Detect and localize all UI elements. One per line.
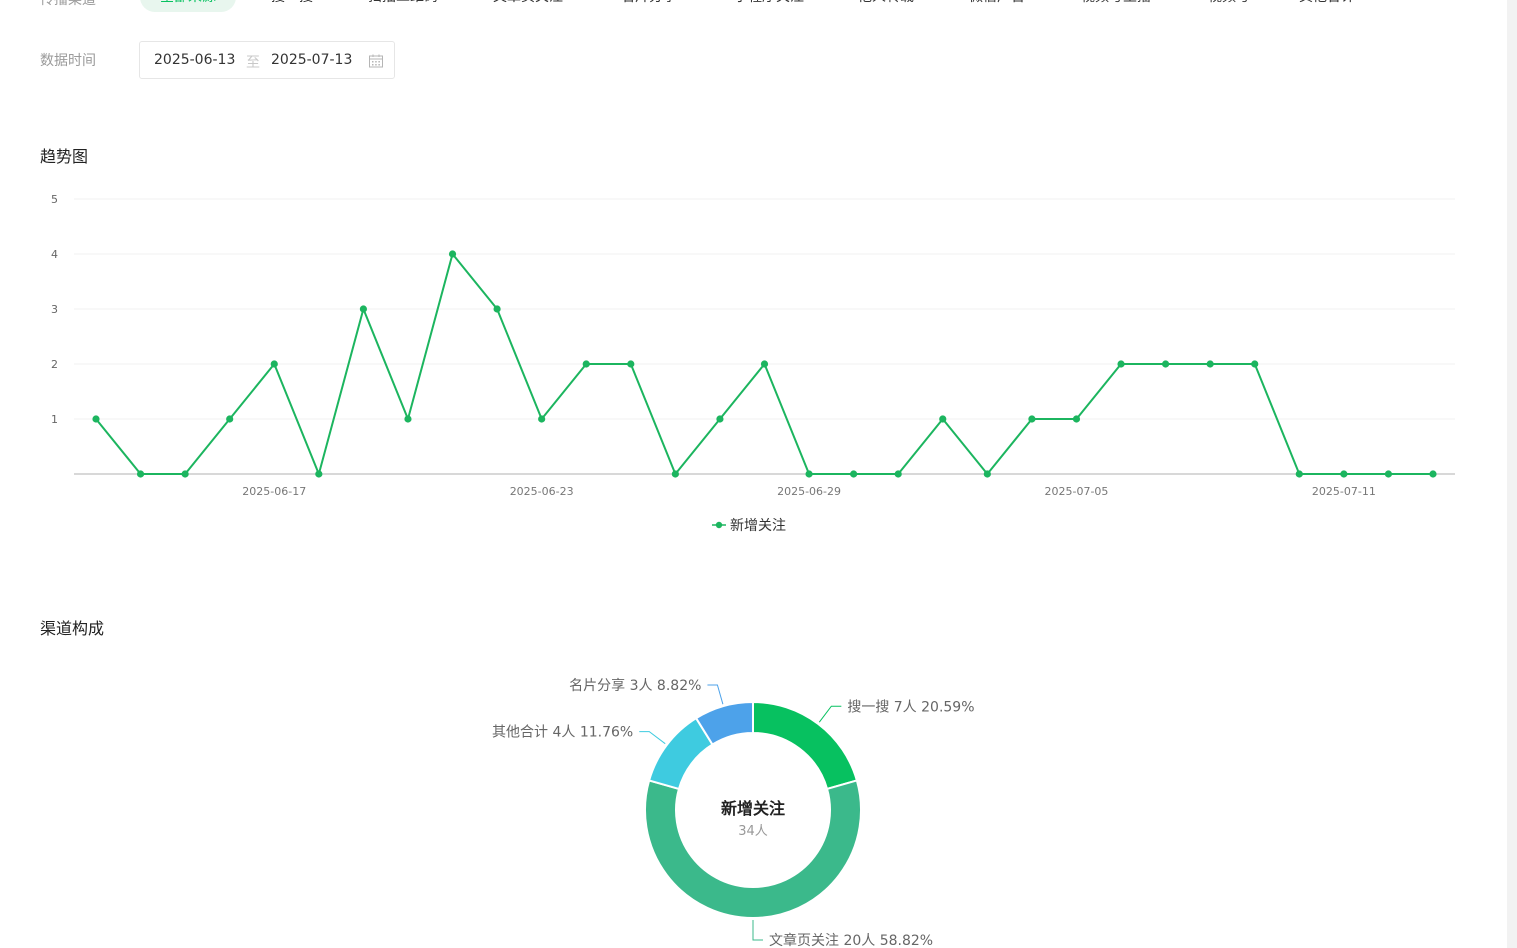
slice-label: 文章页关注 20人 58.82% [769,932,933,948]
y-tick-label: 4 [51,248,58,261]
data-point[interactable] [939,415,947,423]
data-point[interactable] [894,470,902,478]
chip-miniprogram[interactable]: 小程序关注 [734,0,804,12]
legend-marker-icon [712,521,726,529]
donut-center-title: 新增关注 [720,799,785,818]
chip-video-channel[interactable]: 视频号 [1208,0,1250,12]
data-point[interactable] [805,470,813,478]
data-point[interactable] [538,415,546,423]
data-point[interactable] [1206,360,1214,368]
donut-center-total: 34人 [738,824,768,839]
chip-all-sources[interactable]: 全部来源 [140,0,236,12]
trend-title: 趋势图 [40,147,89,166]
chip-card-share[interactable]: 名片分享 [621,0,677,12]
data-point[interactable] [1340,470,1348,478]
trend-legend[interactable]: 新增关注 [712,515,786,535]
data-point[interactable] [226,415,234,423]
slice-leader-line [818,705,842,723]
trend-line-chart: 1 2 3 4 5 2025-06-17 2025-06-23 2025-06-29 2025-… [51,193,1455,498]
data-point[interactable] [270,360,278,368]
data-point[interactable] [136,470,145,478]
channel-title: 渠道构成 [40,619,105,638]
chip-wechat-ads[interactable]: 微信广告 [969,0,1025,12]
data-point[interactable] [582,360,590,368]
y-tick-label: 2 [51,358,58,371]
data-point[interactable] [760,360,769,368]
data-point[interactable] [716,415,724,423]
date-separator: 至 [246,55,260,71]
x-tick-label: 2025-06-23 [510,485,574,498]
data-point[interactable] [1162,360,1170,368]
chip-article-follow[interactable]: 文章页关注 [493,0,563,12]
slice-label: 名片分享 3人 8.82% [569,677,701,694]
x-tick-label: 2025-06-29 [777,485,841,498]
data-point[interactable] [359,305,367,313]
donut-slice[interactable] [752,700,859,791]
data-point[interactable] [850,470,858,478]
data-point[interactable] [1117,360,1125,368]
scrollbar-track[interactable] [1507,0,1517,948]
slice-leader-line [752,920,763,941]
chip-video-host[interactable]: 视频号主播 [1081,0,1151,12]
channel-filter-row: 传播渠道 全部来源 搜一搜 扫描二维码 文章页关注 名片分享 小程序关注 他人转… [40,0,1480,18]
data-point[interactable] [671,470,679,478]
slice-leader-line [639,731,666,745]
data-point[interactable] [1072,415,1081,423]
channel-filter-label: 传播渠道 [40,0,96,8]
date-start[interactable]: 2025-06-13 [154,52,235,68]
data-point[interactable] [448,250,457,258]
slice-label: 其他合计 4人 11.76% [492,725,633,741]
y-tick-label: 3 [51,303,58,316]
data-point[interactable] [1429,470,1437,478]
data-point[interactable] [493,305,501,313]
y-tick-label: 1 [51,413,58,426]
data-point[interactable] [315,470,323,478]
legend-label: 新增关注 [730,518,786,534]
data-point[interactable] [1384,470,1393,478]
data-point[interactable] [181,470,189,478]
x-tick-label: 2025-07-11 [1312,485,1376,498]
chip-qrcode[interactable]: 扫描二维码 [368,0,438,12]
data-point[interactable] [404,415,412,423]
calendar-icon[interactable] [368,53,384,69]
date-end[interactable]: 2025-07-13 [271,52,352,68]
page-root: 传播渠道 全部来源 搜一搜 扫描二维码 文章页关注 名片分享 小程序关注 他人转… [0,0,1517,948]
chip-search[interactable]: 搜一搜 [271,0,313,12]
date-label: 数据时间 [40,53,96,69]
slice-label: 搜一搜 7人 20.59% [847,699,974,715]
chip-other-total[interactable]: 其他合计 [1299,0,1355,12]
slice-leader-line [707,684,724,705]
data-point[interactable] [1028,415,1036,423]
data-point[interactable] [983,470,991,478]
x-tick-label: 2025-07-05 [1044,485,1108,498]
date-range-picker[interactable]: 2025-06-13 至 2025-07-13 [139,41,395,79]
y-tick-label: 5 [51,193,58,206]
data-point[interactable] [1295,470,1303,478]
x-tick-label: 2025-06-17 [242,485,306,498]
data-point[interactable] [627,360,635,368]
chip-repost[interactable]: 他人转载 [858,0,914,12]
data-point[interactable] [1251,360,1259,368]
data-point[interactable] [92,415,100,423]
